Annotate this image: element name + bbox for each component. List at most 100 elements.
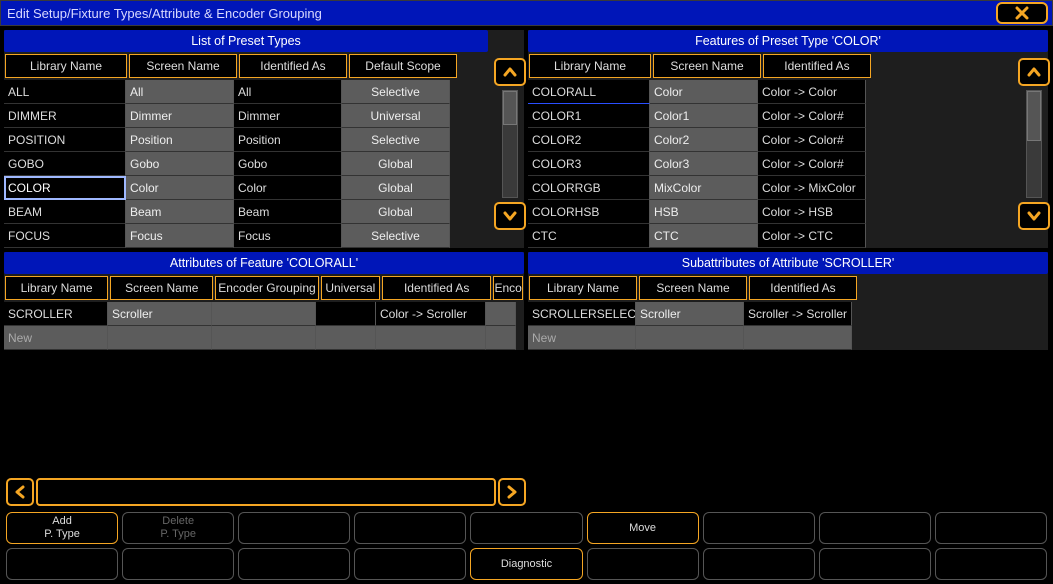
col-encoder[interactable]: Enco [493, 276, 523, 300]
scroll-down-button[interactable] [1018, 202, 1050, 230]
cell[interactable]: Gobo [126, 152, 234, 176]
table-row[interactable]: GOBOGoboGoboGlobal [4, 152, 488, 176]
scrollbar-track[interactable] [502, 90, 518, 198]
col-identified-as[interactable]: Identified As [382, 276, 491, 300]
cell[interactable]: Global [342, 152, 450, 176]
table-row[interactable]: DIMMERDimmerDimmerUniversal [4, 104, 488, 128]
cell[interactable]: Color1 [650, 104, 758, 128]
scrollbar-thumb[interactable] [1027, 91, 1041, 141]
nav-prev-button[interactable] [6, 478, 34, 506]
cell[interactable]: All [126, 80, 234, 104]
cell[interactable]: CTC [528, 224, 650, 248]
cell[interactable]: SCROLLER [4, 302, 108, 326]
cell[interactable]: Color -> MixColor [758, 176, 866, 200]
diagnostic-button[interactable]: Diagnostic [470, 548, 582, 580]
cell[interactable]: Dimmer [234, 104, 342, 128]
empty-button[interactable] [238, 512, 350, 544]
table-row[interactable]: COLORColorColorGlobal [4, 176, 488, 200]
col-screen-name[interactable]: Screen Name [653, 54, 761, 78]
cell[interactable]: All [234, 80, 342, 104]
cell[interactable] [316, 302, 376, 326]
cell[interactable]: Position [126, 128, 234, 152]
col-library-name[interactable]: Library Name [529, 54, 651, 78]
table-row[interactable]: BEAMBeamBeamGlobal [4, 200, 488, 224]
cell[interactable]: Color2 [650, 128, 758, 152]
cell[interactable]: Scroller [636, 302, 744, 326]
table-row[interactable]: COLOR2Color2Color -> Color# [528, 128, 1012, 152]
scrollbar-thumb[interactable] [503, 91, 517, 125]
empty-button[interactable] [354, 548, 466, 580]
cell[interactable]: Color [234, 176, 342, 200]
table-row[interactable]: ALLAllAllSelective [4, 80, 488, 104]
cell[interactable]: Selective [342, 80, 450, 104]
empty-button[interactable] [703, 512, 815, 544]
table-row[interactable]: COLOR3Color3Color -> Color# [528, 152, 1012, 176]
empty-button[interactable] [819, 548, 931, 580]
cell[interactable]: New [528, 326, 636, 350]
delete-ptype-button[interactable]: Delete P. Type [122, 512, 234, 544]
cell[interactable]: POSITION [4, 128, 126, 152]
cell[interactable]: Color -> Color# [758, 152, 866, 176]
empty-button[interactable] [935, 548, 1047, 580]
empty-button[interactable] [6, 548, 118, 580]
table-row[interactable]: COLORALLColorColor -> Color [528, 80, 1012, 104]
cell[interactable]: CTC [650, 224, 758, 248]
empty-button[interactable] [587, 548, 699, 580]
cell[interactable]: ALL [4, 80, 126, 104]
col-identified-as[interactable]: Identified As [239, 54, 347, 78]
table-row[interactable]: POSITIONPositionPositionSelective [4, 128, 488, 152]
cell[interactable]: Position [234, 128, 342, 152]
col-library-name[interactable]: Library Name [5, 276, 108, 300]
add-ptype-button[interactable]: Add P. Type [6, 512, 118, 544]
cell[interactable]: Color -> Color# [758, 104, 866, 128]
table-row[interactable]: SCROLLERScroller Color -> Scroller [4, 302, 524, 326]
cell[interactable]: Selective [342, 128, 450, 152]
cell[interactable]: BEAM [4, 200, 126, 224]
empty-button[interactable] [935, 512, 1047, 544]
cell[interactable]: Color -> Color# [758, 128, 866, 152]
cell[interactable]: MixColor [650, 176, 758, 200]
cell[interactable]: Color -> Scroller [376, 302, 486, 326]
nav-next-button[interactable] [498, 478, 526, 506]
cell[interactable]: DIMMER [4, 104, 126, 128]
cell[interactable]: Global [342, 200, 450, 224]
cell[interactable]: Color [650, 80, 758, 104]
col-library-name[interactable]: Library Name [5, 54, 127, 78]
col-universal[interactable]: Universal [321, 276, 381, 300]
cell[interactable]: FOCUS [4, 224, 126, 248]
col-screen-name[interactable]: Screen Name [129, 54, 237, 78]
cell[interactable] [486, 302, 516, 326]
empty-button[interactable] [354, 512, 466, 544]
col-default-scope[interactable]: Default Scope [349, 54, 457, 78]
empty-button[interactable] [238, 548, 350, 580]
cell[interactable] [636, 326, 744, 350]
cell[interactable]: Beam [234, 200, 342, 224]
col-encoder-grouping[interactable]: Encoder Grouping [215, 276, 318, 300]
cell[interactable]: Universal [342, 104, 450, 128]
cell[interactable]: COLOR2 [528, 128, 650, 152]
cell[interactable]: Scroller -> Scroller [744, 302, 852, 326]
cell[interactable]: Focus [126, 224, 234, 248]
cell[interactable]: Color3 [650, 152, 758, 176]
scroll-down-button[interactable] [494, 202, 526, 230]
table-row[interactable]: SCROLLERSELECTScrollerScroller -> Scroll… [528, 302, 888, 326]
cell[interactable]: Color -> Color [758, 80, 866, 104]
cell[interactable] [212, 302, 316, 326]
empty-button[interactable] [122, 548, 234, 580]
empty-button[interactable] [703, 548, 815, 580]
new-row[interactable]: New [4, 326, 524, 350]
cell[interactable]: COLOR [4, 176, 126, 200]
cell[interactable]: New [4, 326, 108, 350]
cell[interactable] [376, 326, 486, 350]
table-row[interactable]: COLORHSBHSBColor -> HSB [528, 200, 1012, 224]
col-identified-as[interactable]: Identified As [763, 54, 871, 78]
empty-button[interactable] [819, 512, 931, 544]
cell[interactable]: SCROLLERSELECT [528, 302, 636, 326]
cell[interactable]: COLOR3 [528, 152, 650, 176]
cell[interactable]: Scroller [108, 302, 212, 326]
cell[interactable] [316, 326, 376, 350]
scroll-up-button[interactable] [494, 58, 526, 86]
cell[interactable]: COLOR1 [528, 104, 650, 128]
cell[interactable]: Color [126, 176, 234, 200]
cell[interactable]: GOBO [4, 152, 126, 176]
